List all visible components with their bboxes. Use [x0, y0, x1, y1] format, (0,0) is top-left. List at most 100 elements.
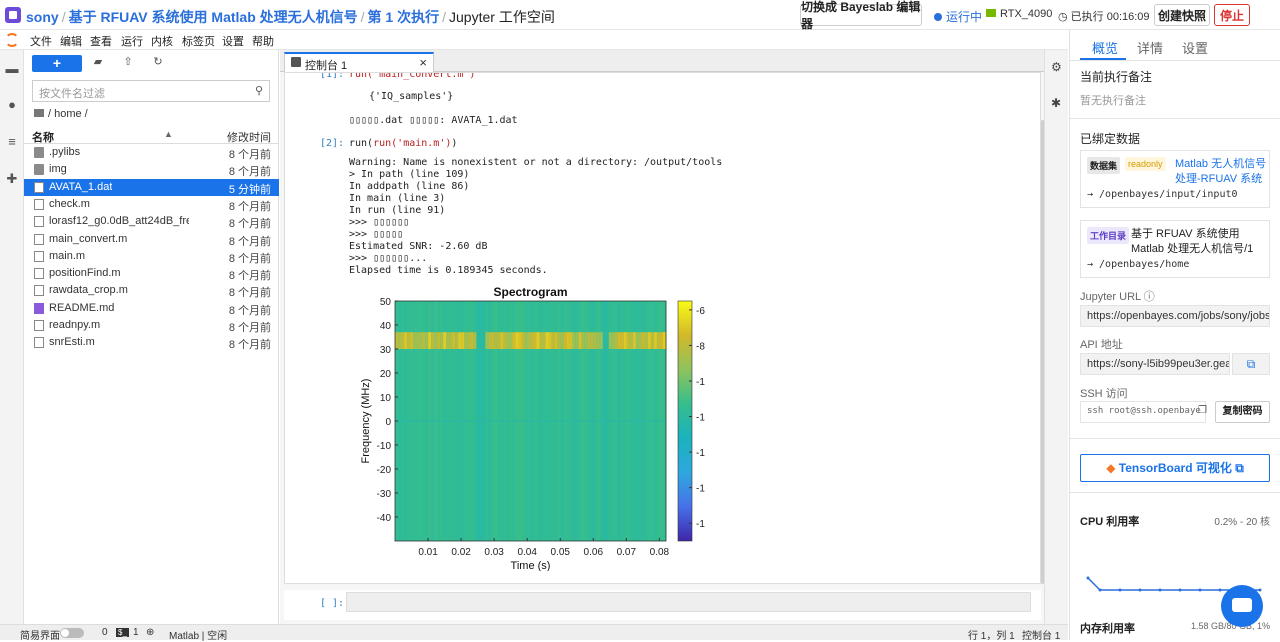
signal-band-cell	[659, 332, 664, 349]
sort-asc-icon[interactable]: ▲	[164, 129, 173, 139]
file-row[interactable]: rawdata_crop.m 8 个月前	[24, 282, 279, 299]
new-launcher-button[interactable]: +	[32, 55, 82, 72]
output-line: Warning: Name is nonexistent or not a di…	[349, 157, 723, 168]
dataset-card[interactable]: 数据集 readonly Matlab 无人机信号处理-RFUAV 系统 → /…	[1080, 150, 1270, 208]
info-icon[interactable]: ⓘ	[1144, 291, 1155, 303]
toc-icon[interactable]: ≡	[5, 135, 19, 149]
tab-console-1[interactable]: 控制台 1 ×	[284, 52, 434, 72]
menu-settings[interactable]: 设置	[222, 33, 244, 49]
kernels-count[interactable]: 1	[133, 627, 139, 638]
api-url-field[interactable]: https://sony-l5ib99peu3er.gea	[1080, 353, 1230, 375]
signal-band-cell	[533, 332, 537, 349]
signal-band-cell	[593, 332, 598, 349]
new-folder-icon[interactable]: ▰	[90, 55, 106, 71]
menu-file[interactable]: 文件	[30, 33, 52, 49]
menu-tabs[interactable]: 标签页	[182, 33, 215, 49]
terminals-count[interactable]: 0	[102, 627, 108, 638]
x-tick-label: 0.03	[484, 547, 504, 558]
tab-details[interactable]: 详情	[1137, 38, 1163, 57]
code-input[interactable]	[346, 592, 1031, 612]
copy-icon[interactable]: ❐	[1198, 405, 1207, 416]
file-row[interactable]: check.m 8 个月前	[24, 196, 279, 213]
signal-band-cell	[455, 332, 459, 349]
breadcrumb-project[interactable]: 基于 RFUAV 系统使用 Matlab 处理无人机信号	[69, 9, 358, 25]
copy-password-button[interactable]: 复制密码	[1215, 401, 1270, 423]
file-icon	[34, 233, 44, 245]
right-panel: 概览 详情 设置 当前执行备注 暂无执行备注 已绑定数据 数据集 readonl…	[1069, 30, 1280, 640]
upload-icon[interactable]: ⇧	[120, 55, 136, 71]
signal-band-cell	[413, 332, 417, 349]
y-tick-label: 20	[380, 369, 392, 380]
tab-overview[interactable]: 概览	[1092, 38, 1118, 57]
file-name: main_convert.m	[49, 232, 128, 245]
file-row[interactable]: positionFind.m 8 个月前	[24, 265, 279, 282]
menu-kernel[interactable]: 内核	[151, 33, 173, 49]
create-snapshot-button[interactable]: 创建快照	[1154, 4, 1210, 26]
signal-band-cell	[446, 332, 450, 349]
signal-band-cell	[458, 332, 462, 349]
extension-icon[interactable]: ✚	[5, 172, 19, 186]
bound-data-title: 已绑定数据	[1080, 132, 1141, 146]
signal-band-cell	[512, 332, 516, 349]
close-icon[interactable]: ×	[419, 55, 427, 70]
folder-icon	[34, 147, 44, 158]
folder-icon[interactable]: ▬	[5, 62, 19, 76]
terminal-icon: $_	[116, 628, 129, 637]
tab-divider	[1070, 60, 1280, 61]
path-label[interactable]: / home /	[48, 108, 88, 120]
signal-band-cell	[425, 332, 429, 349]
file-icon	[34, 320, 44, 331]
workdir-card[interactable]: 工作目录 基于 RFUAV 系统使用 Matlab 处理无人机信号/1 → /o…	[1080, 220, 1270, 278]
clock-icon: ◷	[1058, 11, 1071, 23]
divider	[1070, 492, 1280, 493]
chat-support-button[interactable]	[1221, 585, 1263, 627]
debugger-icon[interactable]: ✱	[1051, 96, 1061, 110]
file-row[interactable]: lorasf12_g0.0dB_att24dB_freq8... 8 个月前	[24, 213, 279, 230]
app-logo-icon[interactable]	[5, 7, 21, 23]
column-name[interactable]: 名称	[32, 129, 54, 145]
file-row[interactable]: img 8 个月前	[24, 161, 279, 178]
menu-edit[interactable]: 编辑	[60, 33, 82, 49]
property-inspector-icon[interactable]: ⚙	[1051, 60, 1062, 74]
console-input-cell: [ ]:	[284, 590, 1041, 620]
column-modified[interactable]: 修改时间	[227, 129, 271, 145]
workdir-path: → /openbayes/home	[1087, 259, 1190, 270]
file-row[interactable]: readnpy.m 8 个月前	[24, 317, 279, 334]
stop-button[interactable]: 停止	[1214, 4, 1250, 26]
dataset-name[interactable]: Matlab 无人机信号处理-RFUAV 系统	[1175, 157, 1267, 187]
file-row[interactable]: snrEsti.m 8 个月前	[24, 334, 279, 351]
signal-band-cell	[539, 332, 543, 349]
simple-mode-toggle[interactable]	[60, 628, 84, 638]
file-filter-input[interactable]: 按文件名过滤 ⚲	[32, 80, 270, 102]
breadcrumb-user[interactable]: sony	[26, 9, 59, 25]
jupyter-url-field[interactable]: https://openbayes.com/jobs/sony/jobs	[1080, 305, 1270, 327]
ssh-command-field[interactable]: ssh root@ssh.openbaye	[1080, 401, 1206, 423]
file-row[interactable]: README.md 8 个月前	[24, 300, 279, 317]
file-row[interactable]: AVATA_1.dat 5 分钟前	[24, 178, 279, 196]
open-link-icon[interactable]: ⧉	[1232, 353, 1270, 375]
breadcrumb-run[interactable]: 第 1 次执行	[368, 9, 440, 25]
running-icon[interactable]: ●	[5, 98, 19, 112]
signal-band-cell	[431, 332, 435, 349]
gpu-info: RTX_4090	[986, 8, 1052, 20]
tab-settings[interactable]: 设置	[1182, 38, 1208, 57]
mem-label: 内存利用率	[1080, 623, 1135, 635]
file-row[interactable]: main_convert.m 8 个月前	[24, 231, 279, 248]
menu-run[interactable]: 运行	[121, 33, 143, 49]
signal-band-cell	[557, 332, 561, 349]
tensorboard-button[interactable]: ◆ TensorBoard 可视化 ⧉	[1080, 454, 1270, 482]
signal-band-cell	[632, 332, 637, 349]
file-icon	[34, 216, 44, 228]
status-bar: 简易界面 0 $_ 1 ⊕ Matlab | 空闲 行 1，列 1 控制台 1	[0, 624, 1068, 642]
menu-view[interactable]: 查看	[90, 33, 112, 49]
menu-help[interactable]: 帮助	[252, 33, 274, 49]
signal-band-cell	[623, 332, 628, 349]
file-row[interactable]: .pylibs 8 个月前	[24, 144, 279, 161]
signal-band-cell	[599, 332, 604, 349]
file-icon	[34, 198, 44, 210]
signal-band-cell	[410, 332, 414, 349]
file-row[interactable]: main.m 8 个月前	[24, 248, 279, 265]
colorbar-tick-label: -120	[696, 413, 705, 424]
refresh-icon[interactable]: ↻	[150, 55, 166, 71]
switch-editor-button[interactable]: 切换成 Bayeslab 编辑器	[800, 0, 922, 31]
